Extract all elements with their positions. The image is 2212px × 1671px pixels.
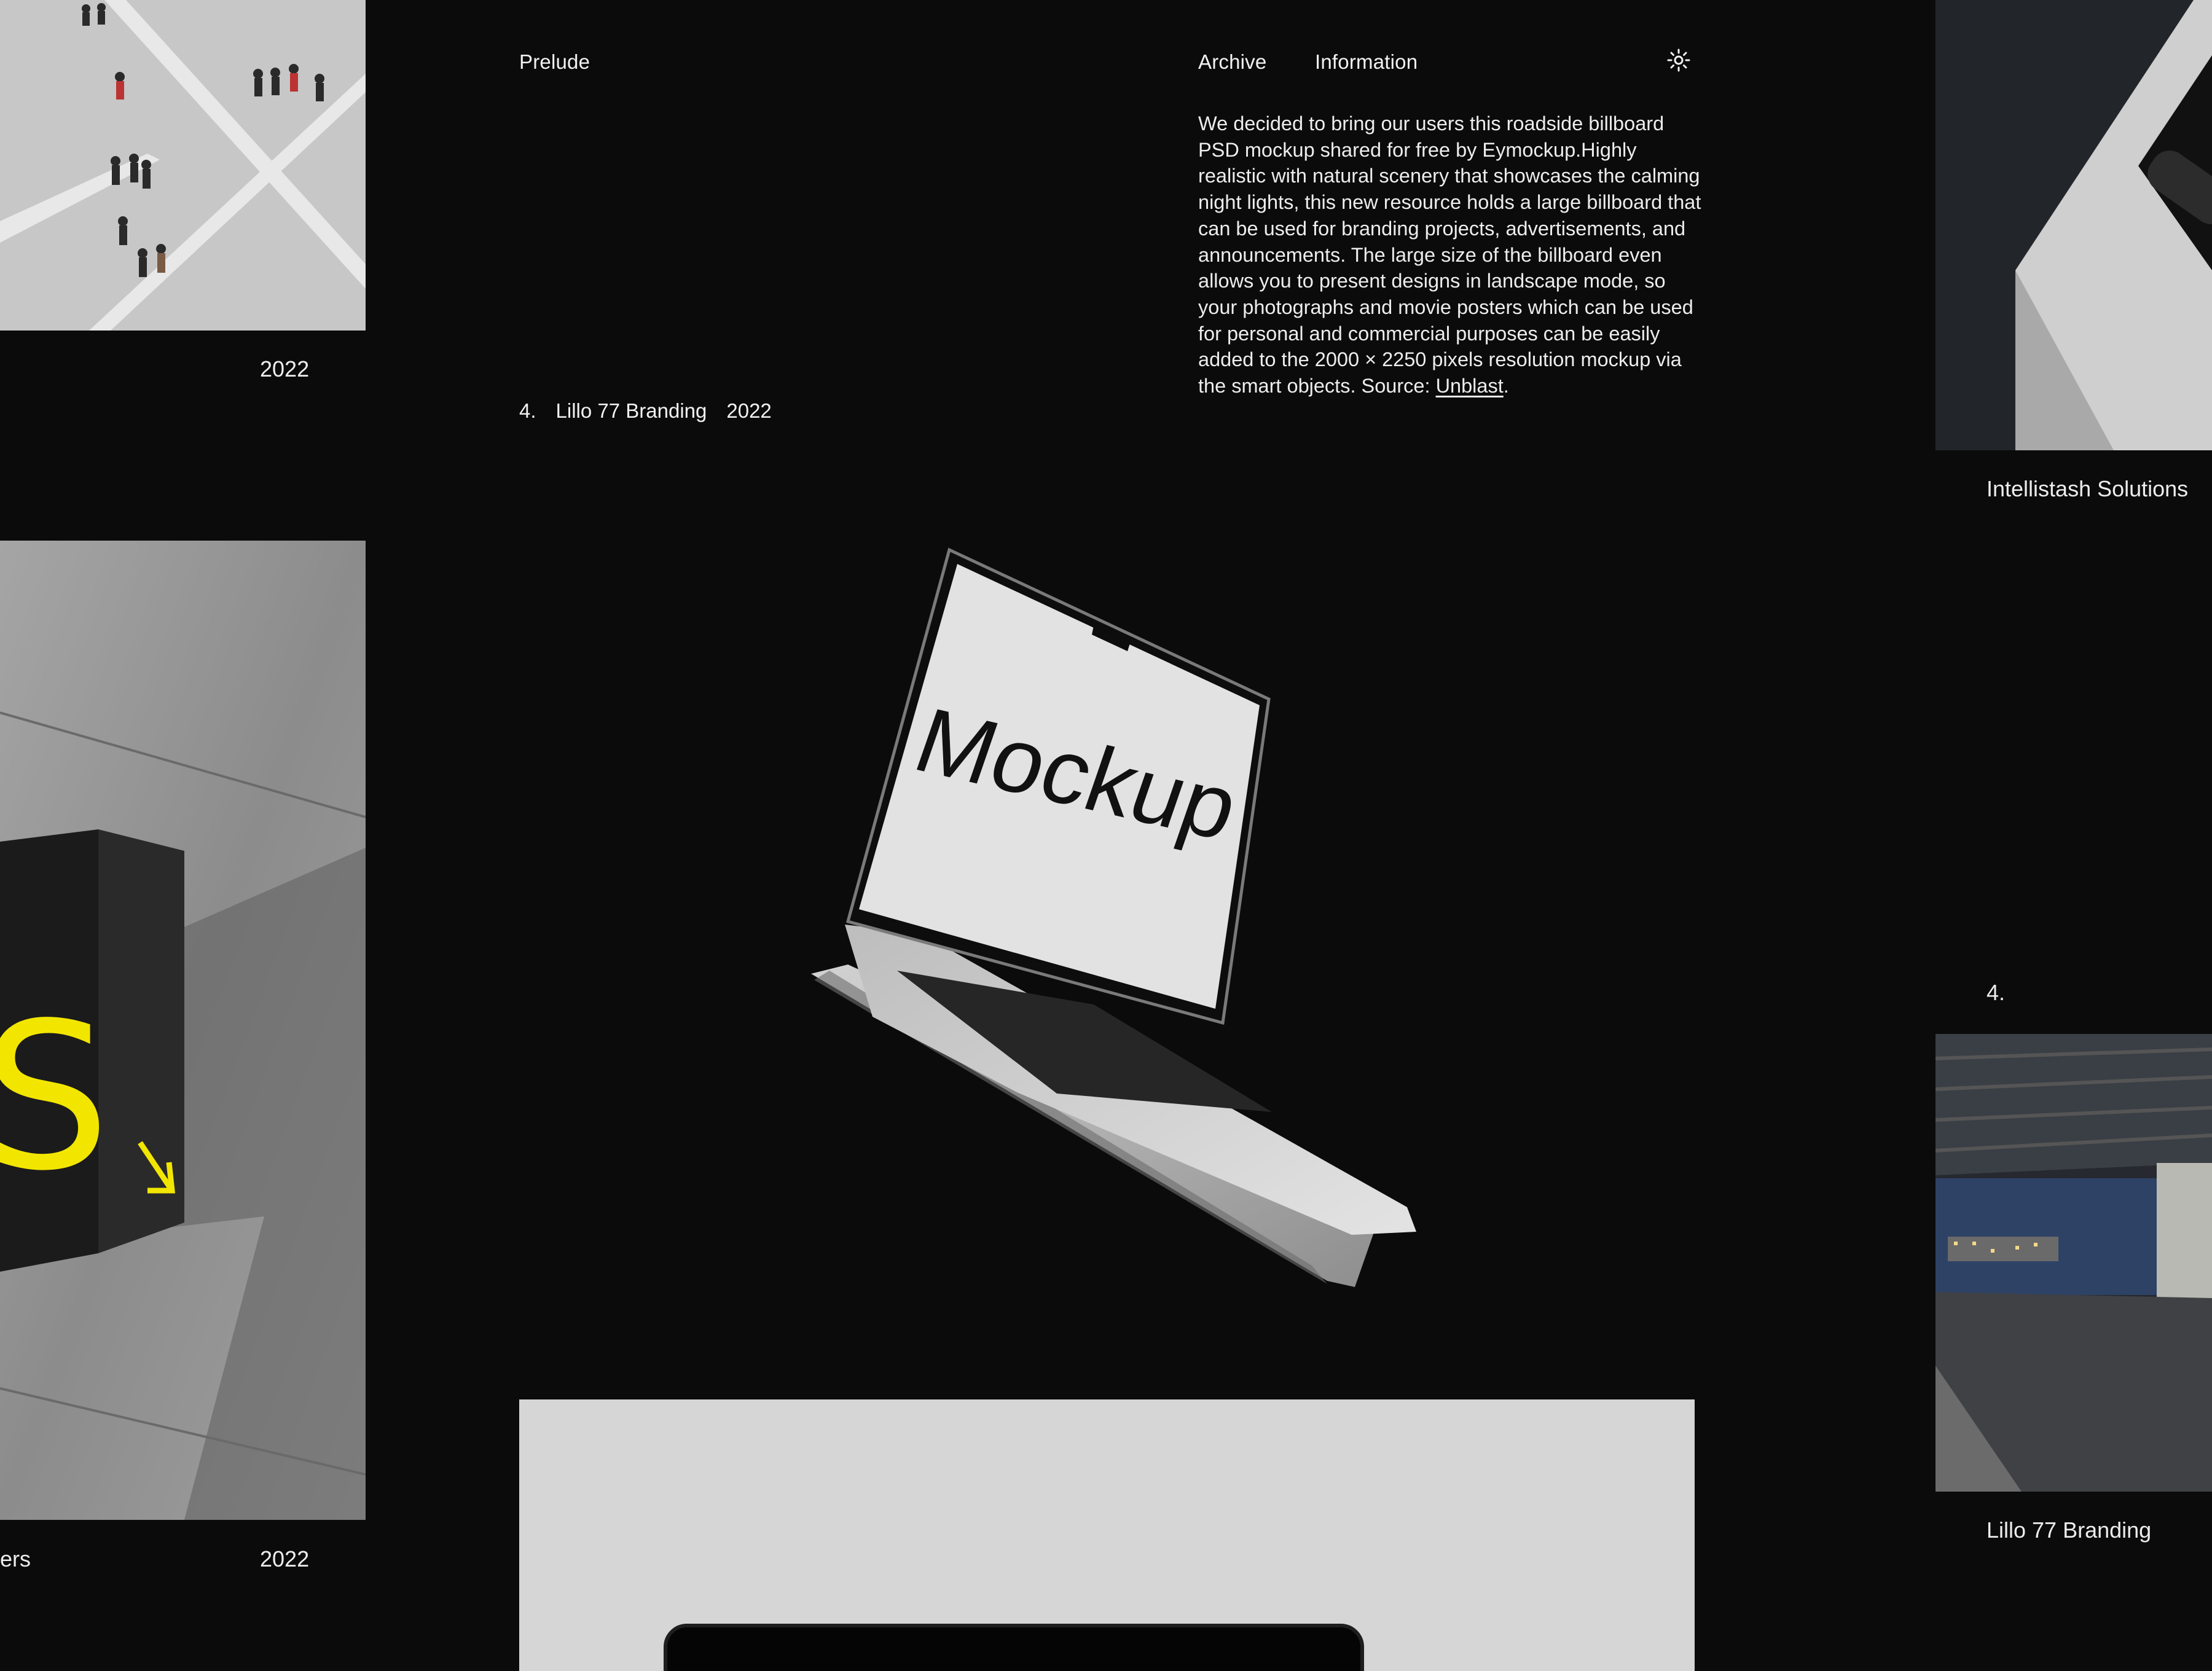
- project-number: 4.: [519, 399, 536, 422]
- description-body: We decided to bring our users this roads…: [1198, 112, 1701, 397]
- project-year: 2022: [726, 399, 772, 422]
- laptop-illustration: Mockup: [811, 547, 1416, 1287]
- phone-project-image[interactable]: [1936, 0, 2212, 450]
- next-project-preview[interactable]: [519, 1399, 1695, 1671]
- nav-archive[interactable]: Archive: [1198, 50, 1266, 74]
- current-project-line: 4. Lillo 77 Branding 2022: [519, 399, 791, 423]
- right-item-title[interactable]: Intellistash Solutions: [1986, 476, 2188, 502]
- night-underpass-image[interactable]: [1936, 1034, 2212, 1492]
- left-item-year: 2022: [260, 356, 310, 382]
- project-name[interactable]: Lillo 77 Branding: [556, 399, 707, 422]
- left-item-year: 2022: [260, 1546, 310, 1571]
- left-item-caption: ers: [0, 1546, 31, 1571]
- source-link[interactable]: Unblast: [1436, 375, 1504, 397]
- theme-toggle-glyph: [1667, 49, 1690, 72]
- description-tail: .: [1503, 375, 1509, 397]
- night-underpass-illustration: [1936, 1034, 2212, 1492]
- phone-on-concrete-illustration: [1936, 0, 2212, 450]
- laptop-mockup-image: Mockup: [799, 541, 1426, 1302]
- project-description: We decided to bring our users this roads…: [1198, 111, 1702, 399]
- nav-information[interactable]: Information: [1315, 50, 1418, 74]
- sun-icon[interactable]: [1666, 48, 1691, 72]
- svg-text:S: S: [0, 979, 110, 1215]
- crowd-aerial-illustration: [0, 0, 366, 331]
- crowd-project-image[interactable]: [0, 0, 366, 331]
- device-mockup-top: [664, 1624, 1364, 1671]
- brand-link[interactable]: Prelude: [519, 50, 590, 74]
- right-item-title[interactable]: Lillo 77 Branding: [1986, 1517, 2151, 1543]
- right-item-number: 4.: [1986, 980, 2006, 1005]
- wall-sign-illustration: S: [0, 541, 366, 1520]
- signage-project-image[interactable]: S: [0, 541, 366, 1520]
